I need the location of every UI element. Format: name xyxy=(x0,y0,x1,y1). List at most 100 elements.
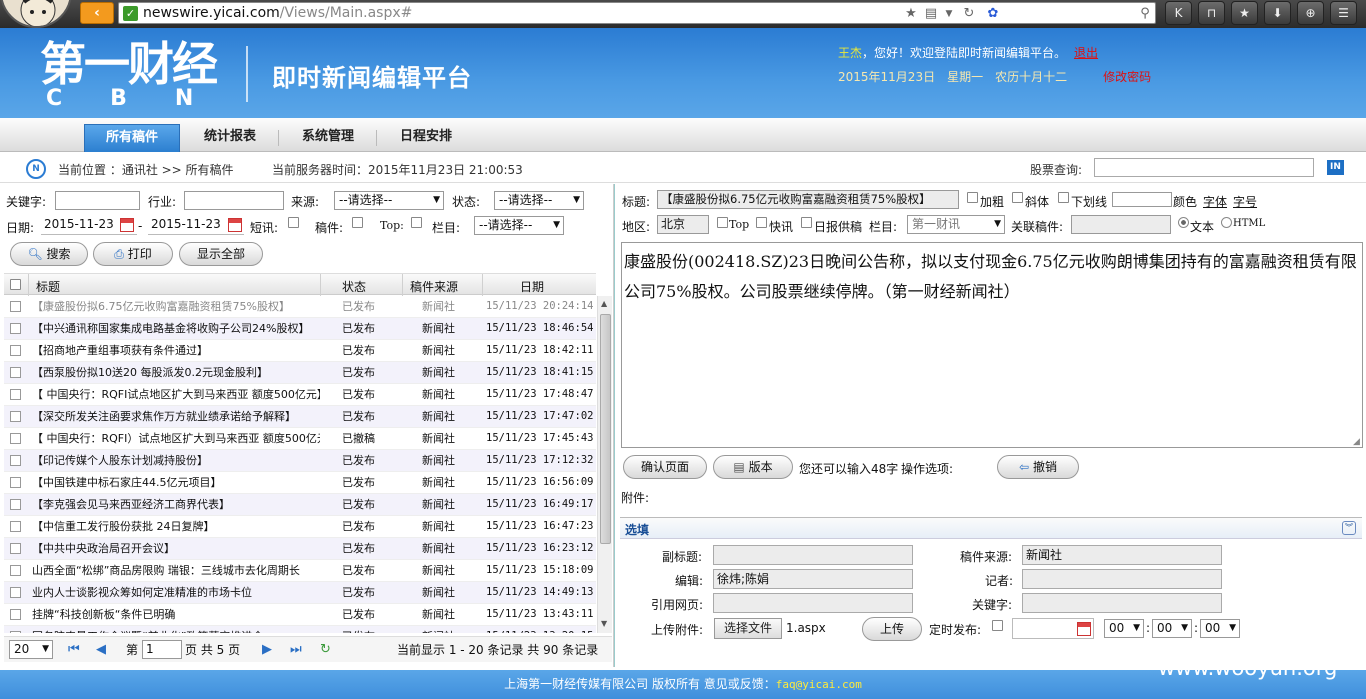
row-title[interactable]: 山西全面“松绑”商品房限购 瑞银：三线城市去化周期长 xyxy=(32,560,320,581)
table-row[interactable]: 【李克强会见马来西亚经济工商界代表】 已发布 新闻社 15/11/23 16:49:1… xyxy=(4,494,596,516)
calendar-icon[interactable] xyxy=(1077,622,1091,636)
keyword-input[interactable] xyxy=(55,191,140,210)
row-checkbox[interactable] xyxy=(10,587,21,598)
select-all-checkbox[interactable] xyxy=(10,279,21,290)
reload-icon[interactable]: ↻ xyxy=(961,6,977,22)
bold-checkbox[interactable] xyxy=(967,192,978,203)
related-input[interactable] xyxy=(1071,215,1171,234)
print-button[interactable]: ⎙ 打印 xyxy=(93,242,173,266)
dropdown-icon[interactable]: ▼ xyxy=(941,6,957,22)
row-title[interactable]: 业内人士谈影视众筹如何定准精准的市场卡位 xyxy=(32,582,320,603)
row-title[interactable]: 【中国铁建中标石家庄44.5亿元项目】 xyxy=(32,472,320,493)
search-button[interactable]: 🔍︎ 搜索 xyxy=(10,242,88,266)
page-input[interactable]: 1 xyxy=(142,640,182,659)
keyword-input[interactable] xyxy=(1022,593,1222,613)
revoke-button[interactable]: ⇦ 撤销 xyxy=(997,455,1079,479)
first-page-icon[interactable]: ⏮ xyxy=(68,642,80,657)
subtitle-input[interactable] xyxy=(713,545,913,565)
flash-checkbox[interactable] xyxy=(288,217,299,228)
region-input[interactable]: 北京 xyxy=(657,215,709,234)
table-row[interactable]: 国务院农垦工作会议暨“兼业化”政策落实推进会 已发布 新闻社 15/11/23 13:… xyxy=(4,626,596,633)
tab-schedule[interactable]: 日程安排 xyxy=(380,124,472,152)
search-engine-icon[interactable]: ✿ xyxy=(985,6,1001,22)
optional-section-bar[interactable]: 选填 ︾ xyxy=(620,517,1362,539)
title-input[interactable]: 【康盛股份拟6.75亿元收购富嘉融资租赁75%股权】 xyxy=(657,190,959,209)
scroll-up-icon[interactable]: ▲ xyxy=(601,299,607,308)
show-all-button[interactable]: 显示全部 xyxy=(179,242,263,266)
second-select[interactable]: 00 xyxy=(1200,619,1240,638)
hour-select[interactable]: 00 xyxy=(1104,619,1144,638)
top-checkbox[interactable] xyxy=(411,217,422,228)
game-button[interactable]: ⊕ xyxy=(1297,1,1324,25)
text-mode-radio[interactable] xyxy=(1178,217,1189,228)
table-row[interactable]: 【中共中央政治局召开会议】 已发布 新闻社 15/11/23 16:23:12 xyxy=(4,538,596,560)
source-input[interactable]: 新闻社 xyxy=(1022,545,1222,565)
table-row[interactable]: 【印记传媒个人股东计划减持股份】 已发布 新闻社 15/11/23 17:12:32 xyxy=(4,450,596,472)
font-link[interactable]: 字体 xyxy=(1203,193,1227,210)
status-select[interactable]: --请选择-- xyxy=(494,191,584,210)
table-row[interactable]: 【中兴通讯称国家集成电路基金将收购子公司24%股权】 已发布 新闻社 15/11/23… xyxy=(4,318,596,340)
row-title[interactable]: 【西泵股份拟10送20 每股派发0.2元现金股利】 xyxy=(32,362,320,383)
version-button[interactable]: ▤ 版本 xyxy=(713,455,793,479)
row-title[interactable]: 【中共中央政治局召开会议】 xyxy=(32,538,320,559)
row-title[interactable]: 挂牌“科技创新板“条件已明确 xyxy=(32,604,320,625)
row-title[interactable]: 【招商地产重组事项获有条件通过】 xyxy=(32,340,320,361)
header-source[interactable]: 稿件来源 xyxy=(410,278,458,295)
last-page-icon[interactable]: ⏭ xyxy=(290,642,302,657)
row-checkbox[interactable] xyxy=(10,521,21,532)
table-row[interactable]: 山西全面“松绑”商品房限购 瑞银：三线城市去化周期长 已发布 新闻社 15/11/23… xyxy=(4,560,596,582)
stock-query-icon[interactable]: IN xyxy=(1327,160,1344,175)
upload-button[interactable]: 上传 xyxy=(862,617,922,641)
bookmark-button[interactable]: ★ xyxy=(1231,1,1258,25)
editor-input[interactable]: 徐炜;陈娟 xyxy=(713,569,913,589)
schedule-checkbox[interactable] xyxy=(992,620,1003,631)
table-row[interactable]: 【 中国央行：RQFI）试点地区扩大到马来西亚 额度500亿元】 已撤稿 新闻社 15… xyxy=(4,428,596,450)
table-row[interactable]: 挂牌“科技创新板“条件已明确 已发布 新闻社 15/11/23 13:43:11 xyxy=(4,604,596,626)
row-checkbox[interactable] xyxy=(10,565,21,576)
refresh-icon[interactable]: ↻ xyxy=(320,642,331,657)
tab-system[interactable]: 系统管理 xyxy=(282,124,374,152)
row-checkbox[interactable] xyxy=(10,345,21,356)
row-title[interactable]: 【 中国央行：RQFI）试点地区扩大到马来西亚 额度500亿元】 xyxy=(32,428,320,449)
header-status[interactable]: 状态 xyxy=(342,278,366,295)
row-checkbox[interactable] xyxy=(10,477,21,488)
top-checkbox[interactable] xyxy=(717,217,728,228)
choose-file-button[interactable]: 选择文件 xyxy=(714,618,782,639)
table-row[interactable]: 【西泵股份拟10送20 每股派发0.2元现金股利】 已发布 新闻社 15/11/23 … xyxy=(4,362,596,384)
row-title[interactable]: 【中兴通讯称国家集成电路基金将收购子公司24%股权】 xyxy=(32,318,320,339)
row-checkbox[interactable] xyxy=(10,433,21,444)
row-checkbox[interactable] xyxy=(10,411,21,422)
italic-checkbox[interactable] xyxy=(1012,192,1023,203)
row-checkbox[interactable] xyxy=(10,301,21,312)
header-title[interactable]: 标题 xyxy=(36,278,60,295)
row-checkbox[interactable] xyxy=(10,389,21,400)
table-row[interactable]: 【中国铁建中标石家庄44.5亿元项目】 已发布 新闻社 15/11/23 16:56:… xyxy=(4,472,596,494)
row-title[interactable]: 【深交所发关注函要求焦作万方就业绩承诺给予解释】 xyxy=(32,406,320,427)
row-checkbox[interactable] xyxy=(10,499,21,510)
tab-reports[interactable]: 统计报表 xyxy=(184,124,276,152)
row-checkbox[interactable] xyxy=(10,609,21,620)
profile-avatar[interactable] xyxy=(0,0,72,28)
html-mode-radio[interactable] xyxy=(1221,217,1232,228)
calendar-icon[interactable] xyxy=(228,218,242,232)
underline-checkbox[interactable] xyxy=(1058,192,1069,203)
prev-page-icon[interactable]: ◀ xyxy=(96,642,106,657)
confirm-page-button[interactable]: 确认页面 xyxy=(623,455,707,479)
next-page-icon[interactable]: ▶ xyxy=(262,642,272,657)
logout-link[interactable]: 退出 xyxy=(1074,46,1098,60)
row-checkbox[interactable] xyxy=(10,323,21,334)
row-checkbox[interactable] xyxy=(10,455,21,466)
scroll-thumb[interactable] xyxy=(600,314,611,544)
change-password-link[interactable]: 修改密码 xyxy=(1103,70,1151,84)
calendar-icon[interactable] xyxy=(120,218,134,232)
flash-checkbox[interactable] xyxy=(756,217,767,228)
resize-grip-icon[interactable]: ◢ xyxy=(1353,437,1360,447)
color-input[interactable] xyxy=(1112,192,1172,207)
star-icon[interactable]: ★ xyxy=(903,6,919,22)
table-row[interactable]: 业内人士谈影视众筹如何定准精准的市场卡位 已发布 新闻社 15/11/23 14:49… xyxy=(4,582,596,604)
column-select[interactable]: 第一财讯 xyxy=(907,215,1005,234)
industry-input[interactable] xyxy=(184,191,284,210)
reader-icon[interactable]: ▤ xyxy=(923,6,939,22)
header-date[interactable]: 日期 xyxy=(520,278,544,295)
download-button[interactable]: ⬇ xyxy=(1264,1,1291,25)
